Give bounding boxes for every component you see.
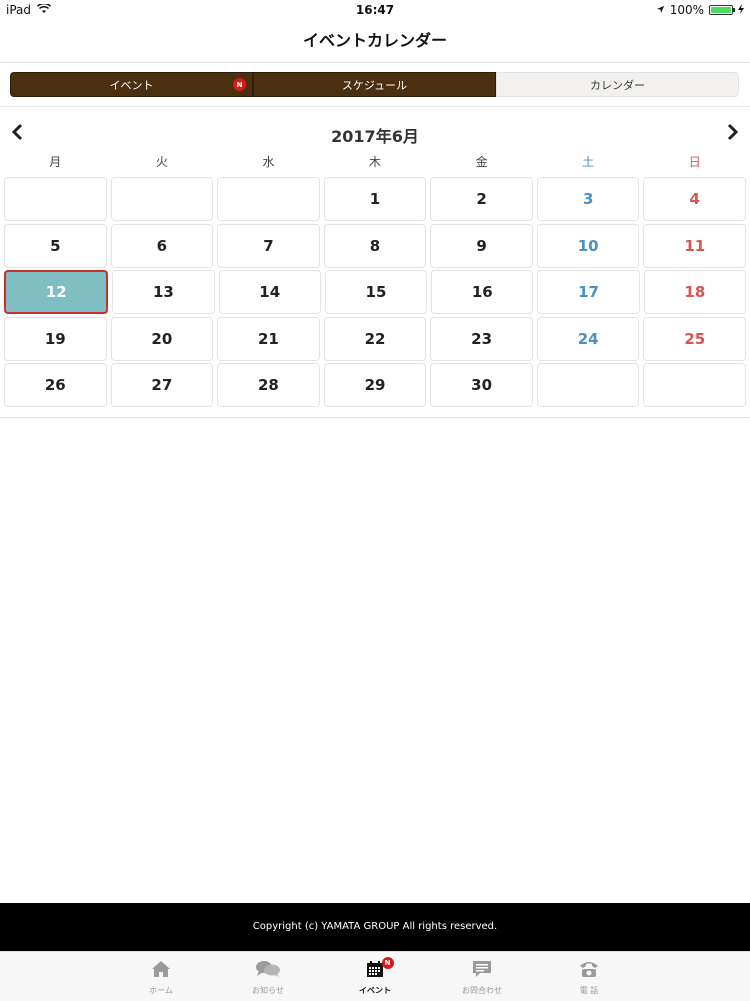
charging-icon xyxy=(738,3,744,17)
weekday-thu: 木 xyxy=(369,155,382,169)
tab-phone[interactable]: 電 話 xyxy=(536,952,643,1001)
day-cell[interactable]: 25 xyxy=(643,316,747,361)
day-cell[interactable]: 22 xyxy=(323,316,427,361)
tab-home[interactable]: ホーム xyxy=(108,952,215,1001)
day-cell[interactable]: 6 xyxy=(110,223,214,268)
weekday-header: 月 火 水 木 金 土 日 xyxy=(2,153,748,171)
divider xyxy=(0,106,750,107)
copyright-text: Copyright (c) YAMATA GROUP All rights re… xyxy=(252,921,498,932)
day-cell[interactable]: 2 xyxy=(430,177,533,221)
day-cell[interactable]: 20 xyxy=(110,316,214,361)
day-cell[interactable] xyxy=(536,363,640,407)
message-icon xyxy=(429,960,536,980)
weekday-mon: 月 xyxy=(49,155,62,169)
segment-schedule[interactable]: スケジュール xyxy=(253,72,496,97)
tab-news-label: お知らせ xyxy=(252,986,284,995)
day-cell[interactable]: 15 xyxy=(324,270,428,314)
tab-contact-label: お問合わせ xyxy=(462,986,502,995)
week-row: 12 13 14 15 16 17 18 xyxy=(2,269,748,315)
day-cell[interactable]: 8 xyxy=(323,223,427,268)
calendar-grid: 1 2 3 4 5 6 7 8 9 10 11 12 13 14 15 16 1… xyxy=(2,176,748,409)
battery-icon xyxy=(709,5,735,15)
chevron-right-icon xyxy=(727,123,739,141)
segment-calendar[interactable]: カレンダー xyxy=(496,72,739,97)
tab-event[interactable]: N イベント xyxy=(322,952,429,1001)
weekday-sat: 土 xyxy=(582,155,595,169)
chat-icon xyxy=(215,960,322,980)
day-cell[interactable] xyxy=(643,363,747,407)
day-cell[interactable]: 23 xyxy=(430,316,533,361)
weekday-wed: 水 xyxy=(262,155,275,169)
calendar-icon xyxy=(322,960,429,980)
battery-level xyxy=(711,7,731,13)
day-cell[interactable]: 14 xyxy=(218,270,321,314)
day-cell[interactable]: 9 xyxy=(430,223,533,268)
new-badge: N xyxy=(233,78,246,91)
segment-event-label: イベント xyxy=(109,78,154,92)
week-row: 19 20 21 22 23 24 25 xyxy=(2,316,748,362)
segment-event[interactable]: イベント N xyxy=(10,72,253,97)
day-cell[interactable]: 29 xyxy=(323,363,427,407)
day-cell[interactable]: 24 xyxy=(536,316,640,361)
day-cell[interactable]: 19 xyxy=(4,316,107,361)
day-cell[interactable]: 17 xyxy=(537,270,640,314)
copyright-footer: Copyright (c) YAMATA GROUP All rights re… xyxy=(0,903,750,951)
tab-bar: ホーム お知らせ N イベント お問合わせ 電 話 xyxy=(0,951,750,1001)
week-row: 26 27 28 29 30 xyxy=(2,362,748,408)
day-cell[interactable]: 10 xyxy=(536,223,640,268)
tab-news[interactable]: お知らせ xyxy=(215,952,322,1001)
day-cell[interactable]: 11 xyxy=(643,223,747,268)
day-cell[interactable]: 21 xyxy=(217,316,320,361)
segmented-control: イベント N スケジュール カレンダー xyxy=(10,72,739,97)
day-cell[interactable]: 3 xyxy=(536,177,640,221)
weekday-tue: 火 xyxy=(155,155,168,169)
tab-contact[interactable]: お問合わせ xyxy=(429,952,536,1001)
next-month-button[interactable] xyxy=(722,120,742,144)
navigation-bar: イベントカレンダー xyxy=(0,20,750,63)
location-arrow-icon xyxy=(656,3,665,17)
segment-schedule-label: スケジュール xyxy=(341,78,408,92)
weekday-sun: 日 xyxy=(688,155,701,169)
day-cell[interactable]: 30 xyxy=(430,363,533,407)
day-cell[interactable]: 1 xyxy=(323,177,427,221)
day-cell[interactable] xyxy=(4,177,107,221)
day-cell[interactable]: 7 xyxy=(217,223,320,268)
month-title: 2017年6月 xyxy=(331,127,419,146)
status-bar: iPad 16:47 100% xyxy=(0,0,750,20)
day-cell[interactable]: 28 xyxy=(217,363,320,407)
status-right: 100% xyxy=(656,3,744,17)
day-cell-selected[interactable]: 12 xyxy=(4,270,109,314)
day-cell[interactable]: 5 xyxy=(4,223,107,268)
day-cell[interactable]: 26 xyxy=(4,363,107,407)
week-row: 5 6 7 8 9 10 11 xyxy=(2,223,748,269)
divider xyxy=(0,417,750,418)
segment-calendar-label: カレンダー xyxy=(590,78,645,92)
new-badge: N xyxy=(381,957,394,969)
battery-percent: 100% xyxy=(669,3,704,17)
tab-phone-label: 電 話 xyxy=(579,986,599,995)
day-cell[interactable]: 18 xyxy=(643,270,746,314)
tab-event-label: イベント xyxy=(359,986,391,995)
week-row: 1 2 3 4 xyxy=(2,176,748,222)
day-cell[interactable]: 27 xyxy=(110,363,214,407)
phone-icon xyxy=(536,960,643,980)
day-cell[interactable]: 13 xyxy=(112,270,215,314)
clock: 16:47 xyxy=(355,3,395,17)
tab-home-label: ホーム xyxy=(149,986,173,995)
day-cell[interactable] xyxy=(217,177,320,221)
home-icon xyxy=(108,960,215,980)
day-cell[interactable] xyxy=(110,177,214,221)
weekday-fri: 金 xyxy=(475,155,488,169)
day-cell[interactable]: 16 xyxy=(431,270,534,314)
day-cell[interactable]: 4 xyxy=(643,177,747,221)
page-title: イベントカレンダー xyxy=(302,31,447,50)
